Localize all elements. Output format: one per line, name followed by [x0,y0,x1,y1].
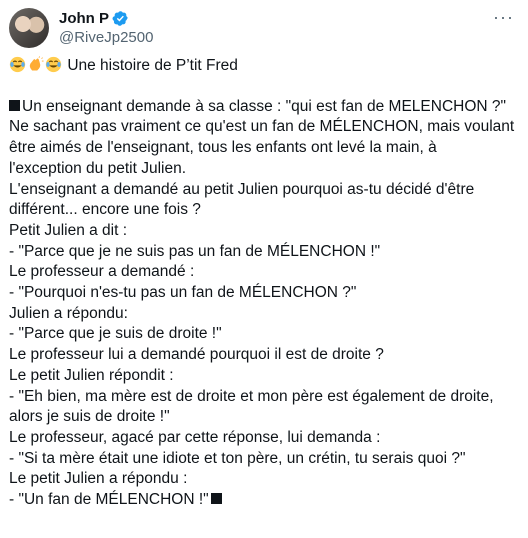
clapping-hands-icon [29,56,44,71]
post-header: John P @RiveJp2500 [59,8,153,47]
black-square-icon [210,493,222,505]
laughing-emoji-icon [45,56,62,73]
post-line: Le professeur lui a demandé pourquoi il … [9,346,384,364]
post-line: - "Parce que je suis de droite !" [9,325,222,343]
post-line: Un enseignant demande à sa classe : "qui… [9,97,518,118]
post-line: l'exception du petit Julien. [9,159,187,177]
laughing-emoji-icon [9,56,26,73]
post-line: Ne sachant pas vraiment ce qu'est un fan… [9,118,515,136]
post-intro: Une histoire de P’tit Fred [67,57,238,74]
post-line: - "Pourquoi n'es-tu pas un fan de MÉLENC… [9,284,357,302]
post-line: Le professeur a demandé : [9,263,195,281]
post-line: Le professeur, agacé par cette réponse, … [9,428,381,446]
post-line: différent... encore une fois ? [9,201,201,219]
post-intro-line: Une histoire de P’tit Fred [9,56,518,77]
post-line: - "Si ta mère était une idiote et ton pè… [9,449,466,467]
handle[interactable]: @RiveJp2500 [59,29,153,46]
more-options-icon[interactable]: ··· [493,8,514,26]
post-line: L'enseignant a demandé au petit Julien p… [9,180,475,198]
post-line: - "Parce que je ne suis pas un fan de MÉ… [9,242,381,260]
avatar[interactable] [9,8,49,48]
display-name[interactable]: John P [59,10,109,27]
black-square-icon [9,99,20,111]
post-line: - "Un fan de MÉLENCHON !" [9,490,518,511]
post-line: alors je suis de droite !" [9,408,170,426]
post-line: - "Eh bien, ma mère est de droite et mon… [9,387,494,405]
post-line: Le petit Julien répondit : [9,366,174,384]
post-line: être aimés de l'enseignant, tous les enf… [9,139,437,157]
post-line: Petit Julien a dit : [9,221,128,239]
post-text: Une histoire de P’tit Fred Un enseignant… [9,56,518,511]
verified-badge-icon [112,10,128,26]
post-line: Le petit Julien a répondu : [9,470,188,488]
post-line: Julien a répondu: [9,304,128,322]
